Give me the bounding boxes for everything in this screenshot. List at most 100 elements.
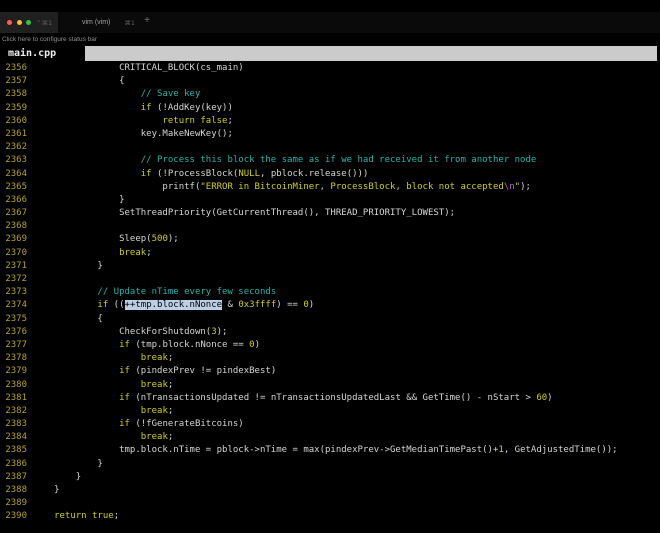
line-number: 2371 xyxy=(0,260,27,273)
code-line: 2389 xyxy=(0,497,660,510)
code-line: 2366 } xyxy=(0,194,660,207)
code-line: 2368 xyxy=(0,220,660,233)
window-shortcut-label: ⌃⌘1 xyxy=(36,19,52,27)
code-token: ; xyxy=(168,353,173,363)
code-line: 2361 key.MakeNewKey(); xyxy=(0,128,660,141)
code-token: ; xyxy=(168,406,173,416)
terminal-tab-title: vim (vim) xyxy=(82,19,110,26)
code-text: if (nTransactionsUpdated != nTransaction… xyxy=(27,393,553,403)
code-token: if xyxy=(141,103,152,113)
zoom-window-button[interactable] xyxy=(26,20,31,25)
vim-tab-main-cpp[interactable]: main.cpp xyxy=(0,46,85,61)
code-line: 2371 } xyxy=(0,260,660,273)
code-token xyxy=(32,511,54,521)
line-number: 2364 xyxy=(0,168,27,181)
code-token xyxy=(32,353,140,363)
line-number: 2386 xyxy=(0,458,27,471)
code-text: } xyxy=(27,472,81,482)
code-text: if ((++tmp.block.nNonce & 0x3ffff) == 0) xyxy=(27,300,314,310)
code-text: break; xyxy=(27,406,173,416)
code-text: } xyxy=(27,459,103,469)
code-text: if (!AddKey(key)) xyxy=(27,103,233,113)
line-number: 2387 xyxy=(0,471,27,484)
line-number: 2367 xyxy=(0,207,27,220)
code-text: tmp.block.nTime = pblock->nTime = max(pi… xyxy=(27,445,618,455)
line-number: 2383 xyxy=(0,418,27,431)
code-line: 2382 break; xyxy=(0,405,660,418)
code-text: if (pindexPrev != pindexBest) xyxy=(27,366,276,376)
code-token: (!fGenerateBitcoins) xyxy=(130,419,244,429)
window-controls: ⌃⌘1 xyxy=(0,12,58,33)
close-window-button[interactable] xyxy=(7,20,12,25)
selection-highlight: ++tmp.block.nNonce xyxy=(125,300,223,310)
code-line: 2376 CheckForShutdown(3); xyxy=(0,326,660,339)
code-token xyxy=(32,116,162,126)
code-token: SetThreadPriority(GetCurrentThread(), TH… xyxy=(32,208,455,218)
code-token xyxy=(32,248,119,258)
line-number: 2363 xyxy=(0,154,27,167)
code-text xyxy=(27,498,32,508)
terminal-window: ⌃⌘1 vim (vim) ⌘1 + Click here to configu… xyxy=(0,0,660,533)
line-number: 2379 xyxy=(0,365,27,378)
code-token: ); xyxy=(168,234,179,244)
code-line: 2384 break; xyxy=(0,431,660,444)
code-token: true xyxy=(92,511,114,521)
line-number: 2374 xyxy=(0,299,27,312)
line-number: 2384 xyxy=(0,431,27,444)
line-number: 2357 xyxy=(0,75,27,88)
code-token: ) xyxy=(547,393,552,403)
status-bar-configure-hint[interactable]: Click here to configure status bar xyxy=(2,36,97,45)
code-area[interactable]: 2356 CRITICAL_BLOCK(cs_main)2357 {2358 /… xyxy=(0,62,660,524)
line-number: 2388 xyxy=(0,484,27,497)
code-line: 2385 tmp.block.nTime = pblock->nTime = m… xyxy=(0,444,660,457)
code-token: return xyxy=(162,116,195,126)
code-token: & xyxy=(222,300,238,310)
code-token: ; xyxy=(168,432,173,442)
line-number: 2373 xyxy=(0,286,27,299)
new-tab-button[interactable]: + xyxy=(140,14,154,28)
code-token: // Save key xyxy=(32,89,200,99)
line-number: 2382 xyxy=(0,405,27,418)
code-token: { xyxy=(32,314,102,324)
code-token: (pindexPrev != pindexBest) xyxy=(130,366,276,376)
code-text: } xyxy=(27,485,59,495)
line-number: 2359 xyxy=(0,102,27,115)
code-line: 2380 break; xyxy=(0,379,660,392)
terminal-tab[interactable]: vim (vim) ⌘1 xyxy=(58,12,135,33)
minimize-window-button[interactable] xyxy=(17,20,22,25)
code-token: (!AddKey(key)) xyxy=(152,103,233,113)
code-token: (( xyxy=(108,300,124,310)
code-token: } xyxy=(32,485,59,495)
code-token: (tmp.block.nNonce == xyxy=(130,340,249,350)
code-line: 2383 if (!fGenerateBitcoins) xyxy=(0,418,660,431)
code-line: 2359 if (!AddKey(key)) xyxy=(0,102,660,115)
code-token xyxy=(32,393,119,403)
line-number: 2375 xyxy=(0,313,27,326)
code-line: 2360 return false; xyxy=(0,115,660,128)
code-token: return xyxy=(54,511,87,521)
code-token: ); xyxy=(520,182,531,192)
vim-tabline: main.cpp xyxy=(0,46,660,61)
line-number: 2360 xyxy=(0,115,27,128)
line-number: 2380 xyxy=(0,379,27,392)
line-number: 2376 xyxy=(0,326,27,339)
code-token: , pblock.release())) xyxy=(260,169,368,179)
code-text: } xyxy=(27,261,103,271)
code-token: break xyxy=(141,432,168,442)
code-token xyxy=(32,169,140,179)
line-number: 2370 xyxy=(0,247,27,260)
code-token: { xyxy=(32,76,124,86)
code-token: break xyxy=(119,248,146,258)
code-token: ) xyxy=(309,300,314,310)
code-text: // Save key xyxy=(27,89,200,99)
code-token: if xyxy=(141,169,152,179)
code-token: \n xyxy=(504,182,515,192)
code-line: 2386 } xyxy=(0,458,660,471)
line-number: 2390 xyxy=(0,510,27,523)
code-token xyxy=(32,340,119,350)
code-text: // Update nTime every few seconds xyxy=(27,287,276,297)
code-token: break xyxy=(141,380,168,390)
code-token: // Process this block the same as if we … xyxy=(32,155,536,165)
code-token: "ERROR in BitcoinMiner, ProcessBlock, bl… xyxy=(200,182,503,192)
line-number: 2381 xyxy=(0,392,27,405)
